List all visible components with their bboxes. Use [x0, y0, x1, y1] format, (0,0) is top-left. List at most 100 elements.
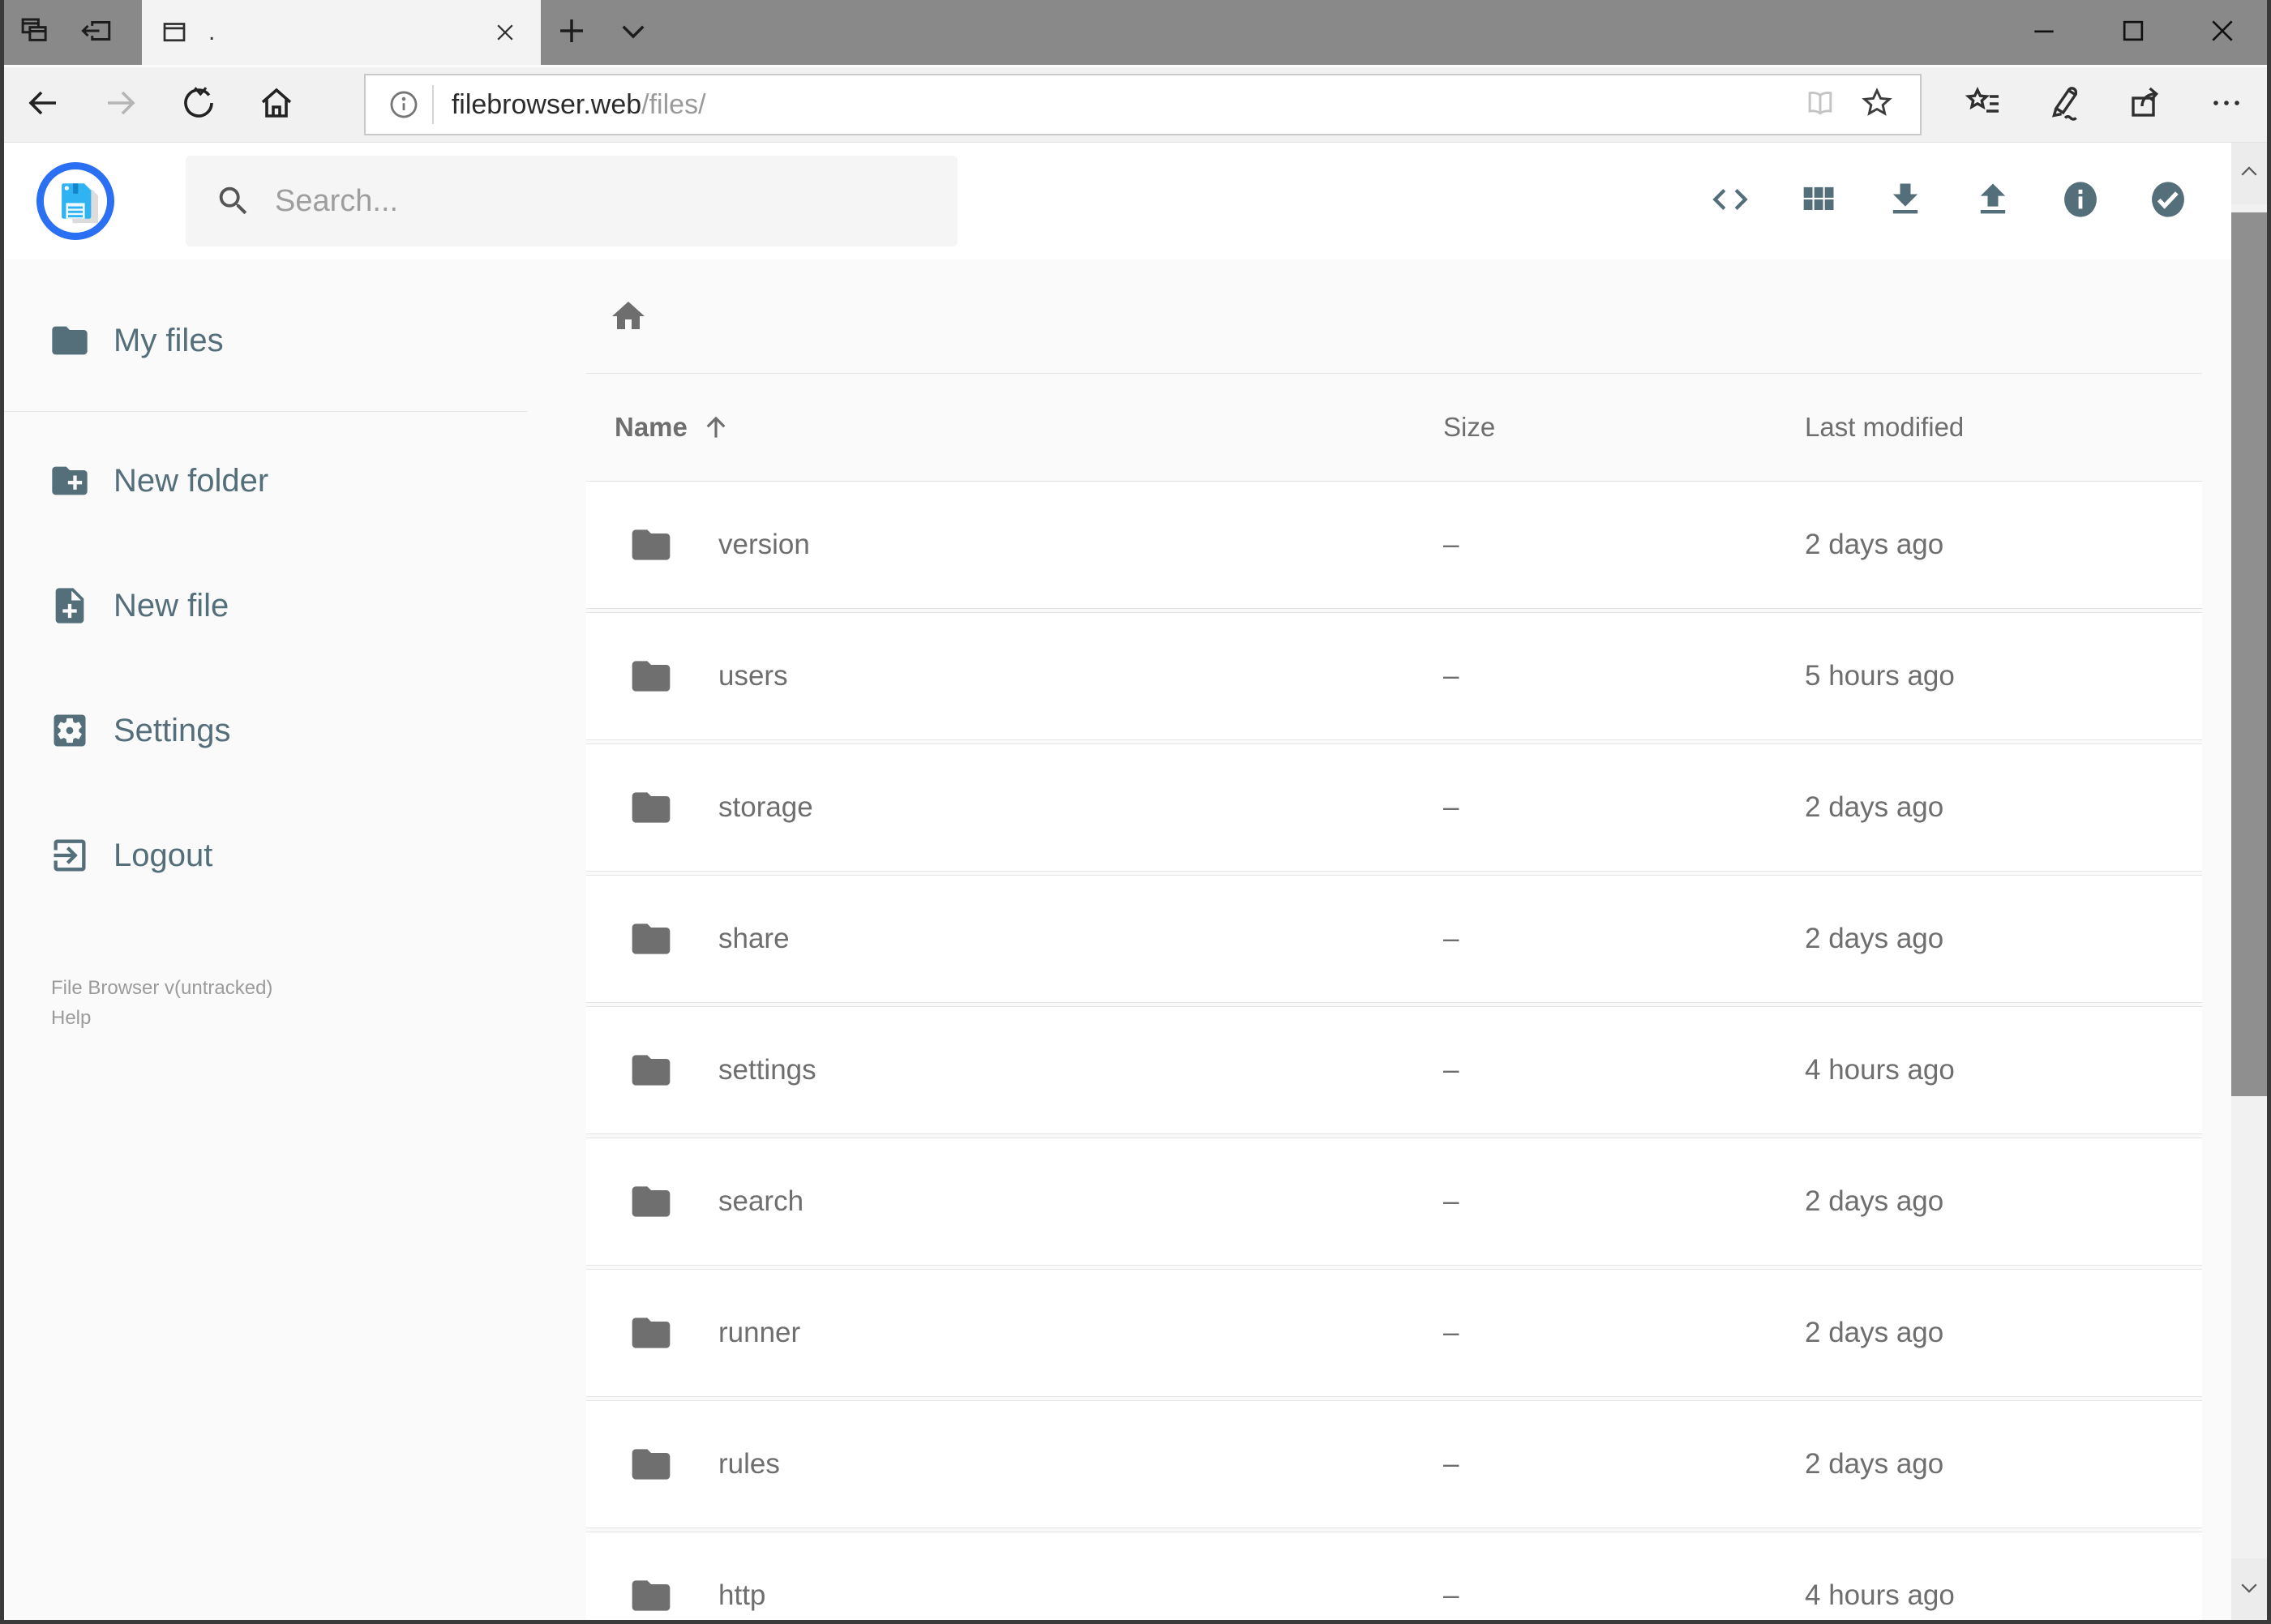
- site-info-icon[interactable]: [387, 88, 421, 122]
- sidebar-item-new-folder[interactable]: New folder: [4, 444, 586, 517]
- book-icon: [1802, 85, 1838, 125]
- app-logo[interactable]: [36, 162, 114, 240]
- info-icon: [2059, 178, 2102, 225]
- more-options-button[interactable]: [2186, 84, 2267, 126]
- forward-arrow-icon: [101, 84, 140, 126]
- tab-list-dropdown-button[interactable]: [602, 0, 664, 65]
- reading-view-button[interactable]: [1792, 76, 1849, 133]
- home-button[interactable]: [238, 67, 315, 142]
- address-bar[interactable]: filebrowser.web/files/: [363, 74, 1922, 135]
- navbar-right-actions: [1943, 84, 2267, 126]
- file-name: version: [718, 529, 810, 560]
- sidebar-item-logout[interactable]: Logout: [4, 819, 586, 892]
- browser-tab[interactable]: .: [142, 0, 541, 65]
- home-icon: [257, 84, 296, 126]
- select-multiple-button[interactable]: [2124, 157, 2212, 245]
- column-header-name[interactable]: Name: [586, 412, 1443, 443]
- sidebar-item-label: Logout: [114, 837, 213, 873]
- new-tab-button[interactable]: [541, 0, 602, 65]
- sidebar-item-new-file[interactable]: New file: [4, 569, 586, 642]
- plus-icon: [555, 14, 589, 52]
- file-list: version – 2 days ago users – 5 hours ago…: [586, 481, 2202, 1620]
- more-dots-icon: [2207, 84, 2246, 126]
- folder-icon: [628, 1573, 674, 1618]
- file-row[interactable]: users – 5 hours ago: [586, 612, 2202, 740]
- shell-command-button[interactable]: [1686, 157, 1774, 245]
- close-window-button[interactable]: [2178, 0, 2267, 65]
- file-modified: 2 days ago: [1805, 1185, 1944, 1217]
- search-input[interactable]: [275, 183, 928, 219]
- sidebar-item-settings[interactable]: Settings: [4, 694, 586, 767]
- file-row[interactable]: http – 4 hours ago: [586, 1532, 2202, 1620]
- back-button[interactable]: [4, 67, 82, 142]
- file-row[interactable]: rules – 2 days ago: [586, 1400, 2202, 1528]
- folder-icon: [628, 1048, 674, 1093]
- folder-icon: [628, 1310, 674, 1356]
- file-row[interactable]: version – 2 days ago: [586, 481, 2202, 609]
- file-name: search: [718, 1185, 804, 1217]
- filebrowser-app: My files New folder New fi: [4, 143, 2231, 1620]
- file-size: –: [1443, 791, 1459, 823]
- page-favicon-icon: [160, 18, 189, 47]
- pen-icon: [2045, 84, 2084, 126]
- file-name: http: [718, 1579, 766, 1611]
- vertical-scrollbar[interactable]: [2231, 143, 2267, 1620]
- browser-navbar: filebrowser.web/files/: [4, 65, 2267, 143]
- file-modified: 2 days ago: [1805, 529, 1944, 560]
- sidebar-item-label: New folder: [114, 462, 269, 499]
- search-bar[interactable]: [186, 156, 958, 246]
- add-favorite-button[interactable]: [1849, 76, 1905, 133]
- file-row[interactable]: runner – 2 days ago: [586, 1269, 2202, 1397]
- sidebar-item-label: Settings: [114, 712, 231, 748]
- file-name: share: [718, 923, 790, 954]
- file-modified: 2 days ago: [1805, 923, 1944, 954]
- folder-icon: [628, 522, 674, 568]
- folder-icon: [628, 653, 674, 699]
- web-notes-button[interactable]: [2024, 84, 2105, 126]
- file-row[interactable]: share – 2 days ago: [586, 875, 2202, 1003]
- file-row[interactable]: storage – 2 days ago: [586, 743, 2202, 872]
- column-header-modified[interactable]: Last modified: [1805, 412, 2202, 443]
- download-button[interactable]: [1862, 157, 1949, 245]
- maximize-icon: [2117, 15, 2149, 51]
- grid-view-icon: [1797, 178, 1839, 225]
- column-header-size[interactable]: Size: [1443, 412, 1805, 443]
- tab-preview-toggle-button[interactable]: [4, 0, 66, 65]
- help-link[interactable]: Help: [51, 1003, 586, 1033]
- minimize-button[interactable]: [1999, 0, 2089, 65]
- code-brackets-icon: [1709, 178, 1751, 225]
- refresh-button[interactable]: [160, 67, 238, 142]
- file-row[interactable]: settings – 4 hours ago: [586, 1006, 2202, 1134]
- sidebar-divider: [4, 411, 527, 412]
- set-tabs-aside-button[interactable]: [66, 0, 127, 65]
- folder-icon: [628, 1179, 674, 1224]
- settings-gear-icon: [49, 709, 91, 752]
- file-size: –: [1443, 1317, 1459, 1348]
- grid-view-button[interactable]: [1774, 157, 1862, 245]
- tab-preview-icon: [18, 14, 52, 52]
- upload-button[interactable]: [1949, 157, 2037, 245]
- breadcrumb-home-icon[interactable]: [609, 297, 648, 336]
- url-text[interactable]: filebrowser.web/files/: [452, 89, 1792, 121]
- maximize-button[interactable]: [2089, 0, 2178, 65]
- file-name: storage: [718, 791, 813, 823]
- listing-header: Name Size Last modified: [586, 374, 2202, 481]
- logout-icon: [49, 834, 91, 876]
- folder-icon: [628, 785, 674, 830]
- folder-icon: [49, 319, 91, 362]
- sidebar-item-my-files[interactable]: My files: [4, 304, 586, 377]
- info-button[interactable]: [2037, 157, 2124, 245]
- sidebar-item-label: My files: [114, 322, 224, 358]
- scroll-up-button[interactable]: [2231, 143, 2267, 204]
- file-row[interactable]: search – 2 days ago: [586, 1138, 2202, 1266]
- scrollbar-thumb[interactable]: [2231, 212, 2267, 1096]
- file-name: runner: [718, 1317, 801, 1348]
- share-button[interactable]: [2105, 84, 2186, 126]
- addressbar-divider: [431, 85, 434, 124]
- breadcrumb: [586, 259, 2202, 374]
- forward-button[interactable]: [82, 67, 160, 142]
- tab-close-icon[interactable]: [487, 15, 523, 50]
- favorites-hub-button[interactable]: [1943, 84, 2024, 126]
- app-header: [4, 143, 2231, 259]
- scroll-down-button[interactable]: [2231, 1558, 2267, 1620]
